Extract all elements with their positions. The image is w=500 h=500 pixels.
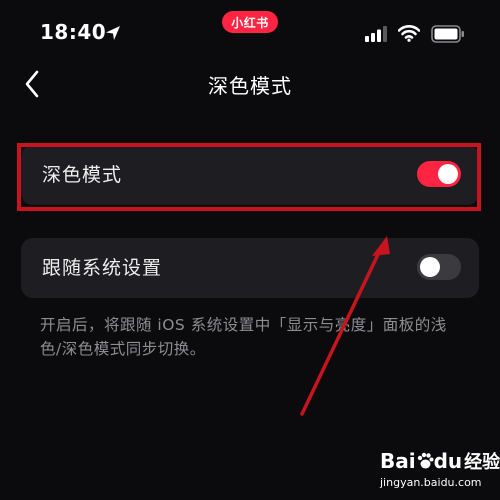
setting-row-dark-mode: 深色模式 xyxy=(21,145,479,205)
watermark-logo-jingyan: 经验 xyxy=(464,452,500,473)
baidu-jingyan-watermark: Bai du 经验 jingyan.baidu.com xyxy=(380,448,500,494)
setting-label-dark-mode: 深色模式 xyxy=(42,164,123,186)
page-title: 深色模式 xyxy=(208,74,292,98)
dark-mode-toggle[interactable] xyxy=(417,161,461,187)
battery-icon xyxy=(431,25,464,43)
status-time: 18:40 xyxy=(40,20,107,44)
watermark-url: jingyan.baidu.com xyxy=(380,476,482,489)
setting-label-follow-system: 跟随系统设置 xyxy=(42,257,163,279)
hint-text: 开启后，将跟随 iOS 系统设置中「显示与亮度」面板的浅色/深色模式同步切换。 xyxy=(40,316,447,358)
toggle-knob xyxy=(420,257,440,277)
app-badge: 小红书 xyxy=(222,11,278,33)
watermark-logo-bai: Bai xyxy=(380,449,416,473)
watermark-logo: Bai du 经验 xyxy=(380,448,500,474)
watermark-logo-du: du xyxy=(433,449,463,473)
wifi-icon xyxy=(398,25,420,42)
toggle-knob xyxy=(438,164,458,184)
paw-icon xyxy=(417,452,434,469)
location-arrow-icon xyxy=(106,26,120,40)
screen: 18:40 小红书 深色模式 深色模式 跟随系统设置 开启后，将跟随 iOS 系… xyxy=(0,0,500,500)
setting-row-follow-system: 跟随系统设置 xyxy=(21,238,479,298)
follow-system-toggle[interactable] xyxy=(417,254,461,280)
cellular-signal-icon xyxy=(365,26,387,42)
